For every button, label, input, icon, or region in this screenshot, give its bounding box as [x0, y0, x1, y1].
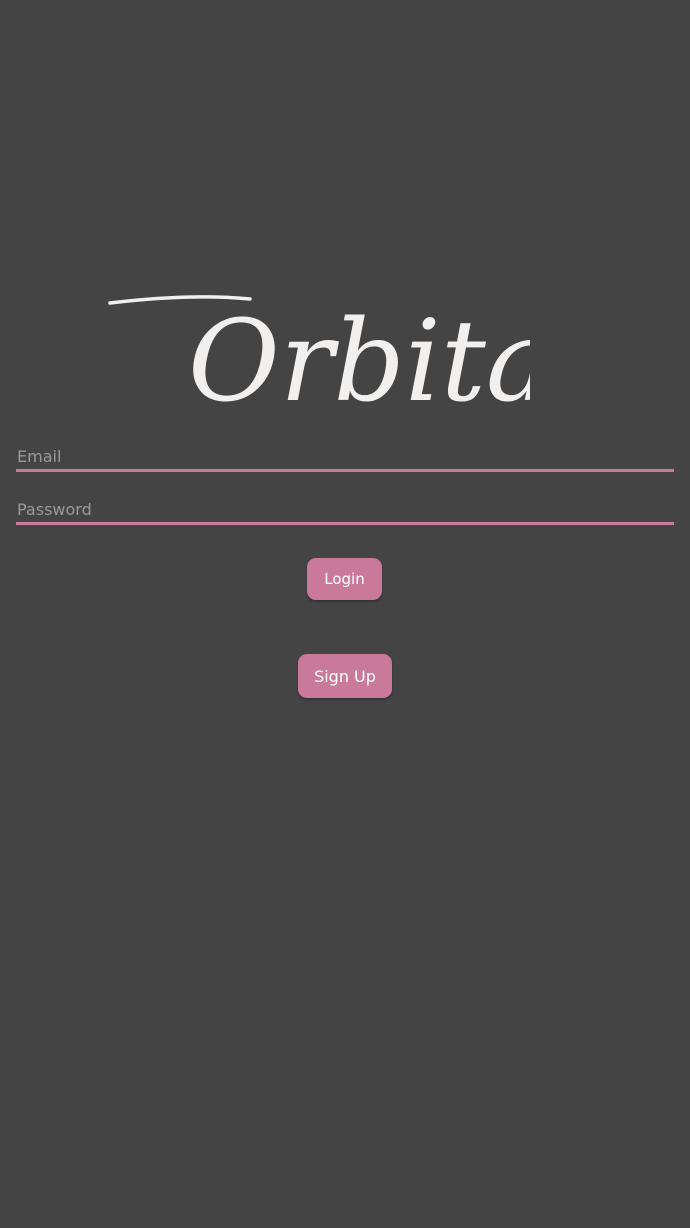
password-input[interactable] — [16, 500, 676, 519]
email-input[interactable] — [16, 447, 676, 466]
app-logo: Orbital — [100, 285, 530, 420]
orbital-logo-wordmark: Orbital — [108, 295, 530, 420]
login-screen: Orbital Login Sign Up — [0, 0, 690, 1228]
sign-up-button[interactable]: Sign Up — [298, 654, 392, 698]
login-button[interactable]: Login — [307, 558, 382, 600]
email-field[interactable] — [16, 436, 676, 472]
password-field[interactable] — [16, 489, 676, 525]
logo-text: Orbital — [188, 297, 530, 420]
